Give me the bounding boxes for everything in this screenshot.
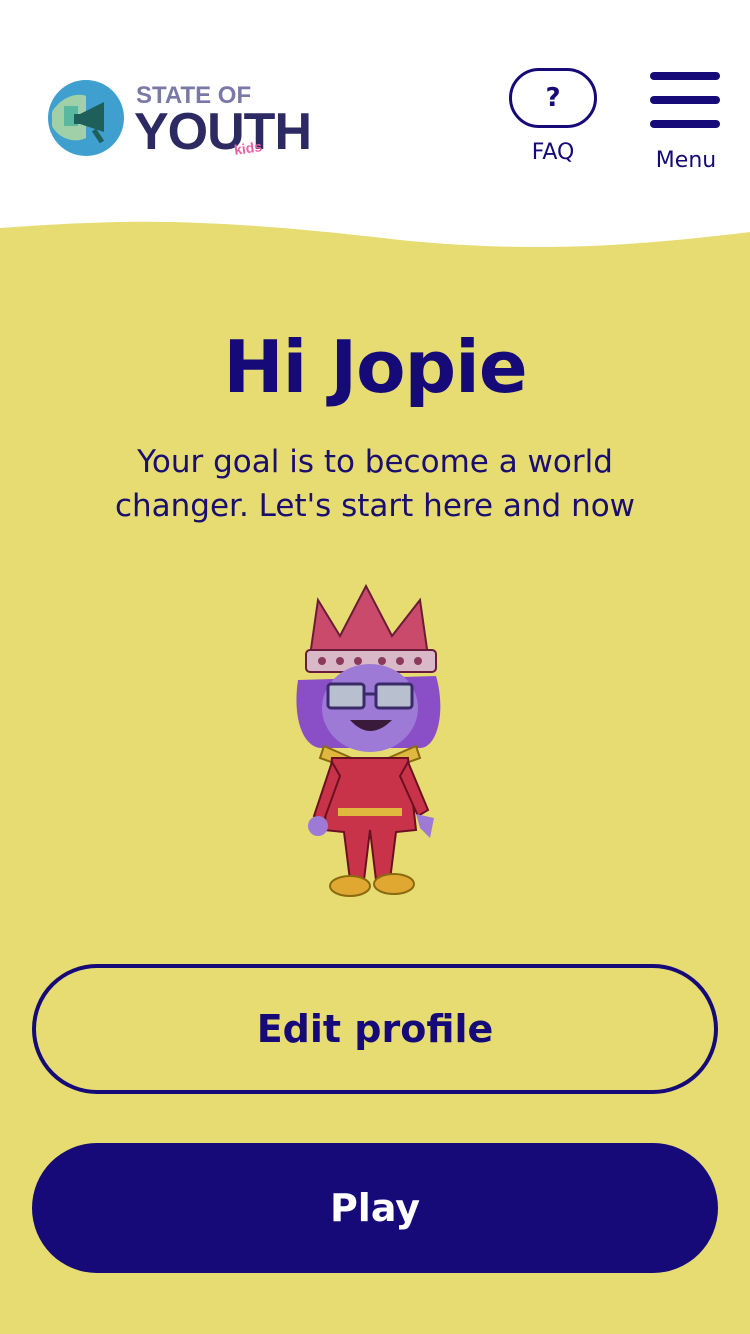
- page-title: Hi Jopie: [223, 325, 527, 409]
- edit-profile-button[interactable]: Edit profile: [32, 964, 718, 1094]
- question-mark-icon: ?: [509, 68, 597, 128]
- header: STATE OF YOUTH kids ? FAQ Menu: [0, 0, 750, 260]
- menu-label: Menu: [655, 148, 717, 173]
- megaphone-globe-icon: [48, 80, 124, 156]
- faq-button[interactable]: ? FAQ: [507, 68, 599, 165]
- superhero-avatar: [296, 583, 441, 897]
- goal-subtitle: Your goal is to become a world changer. …: [114, 444, 636, 524]
- hamburger-menu-icon: [650, 72, 722, 128]
- faq-label: FAQ: [531, 140, 575, 165]
- logo-text-youth: YOUTH: [134, 103, 312, 161]
- menu-button[interactable]: Menu: [650, 72, 722, 173]
- play-button[interactable]: Play: [32, 1143, 718, 1273]
- state-of-youth-logo[interactable]: STATE OF YOUTH kids: [46, 78, 312, 168]
